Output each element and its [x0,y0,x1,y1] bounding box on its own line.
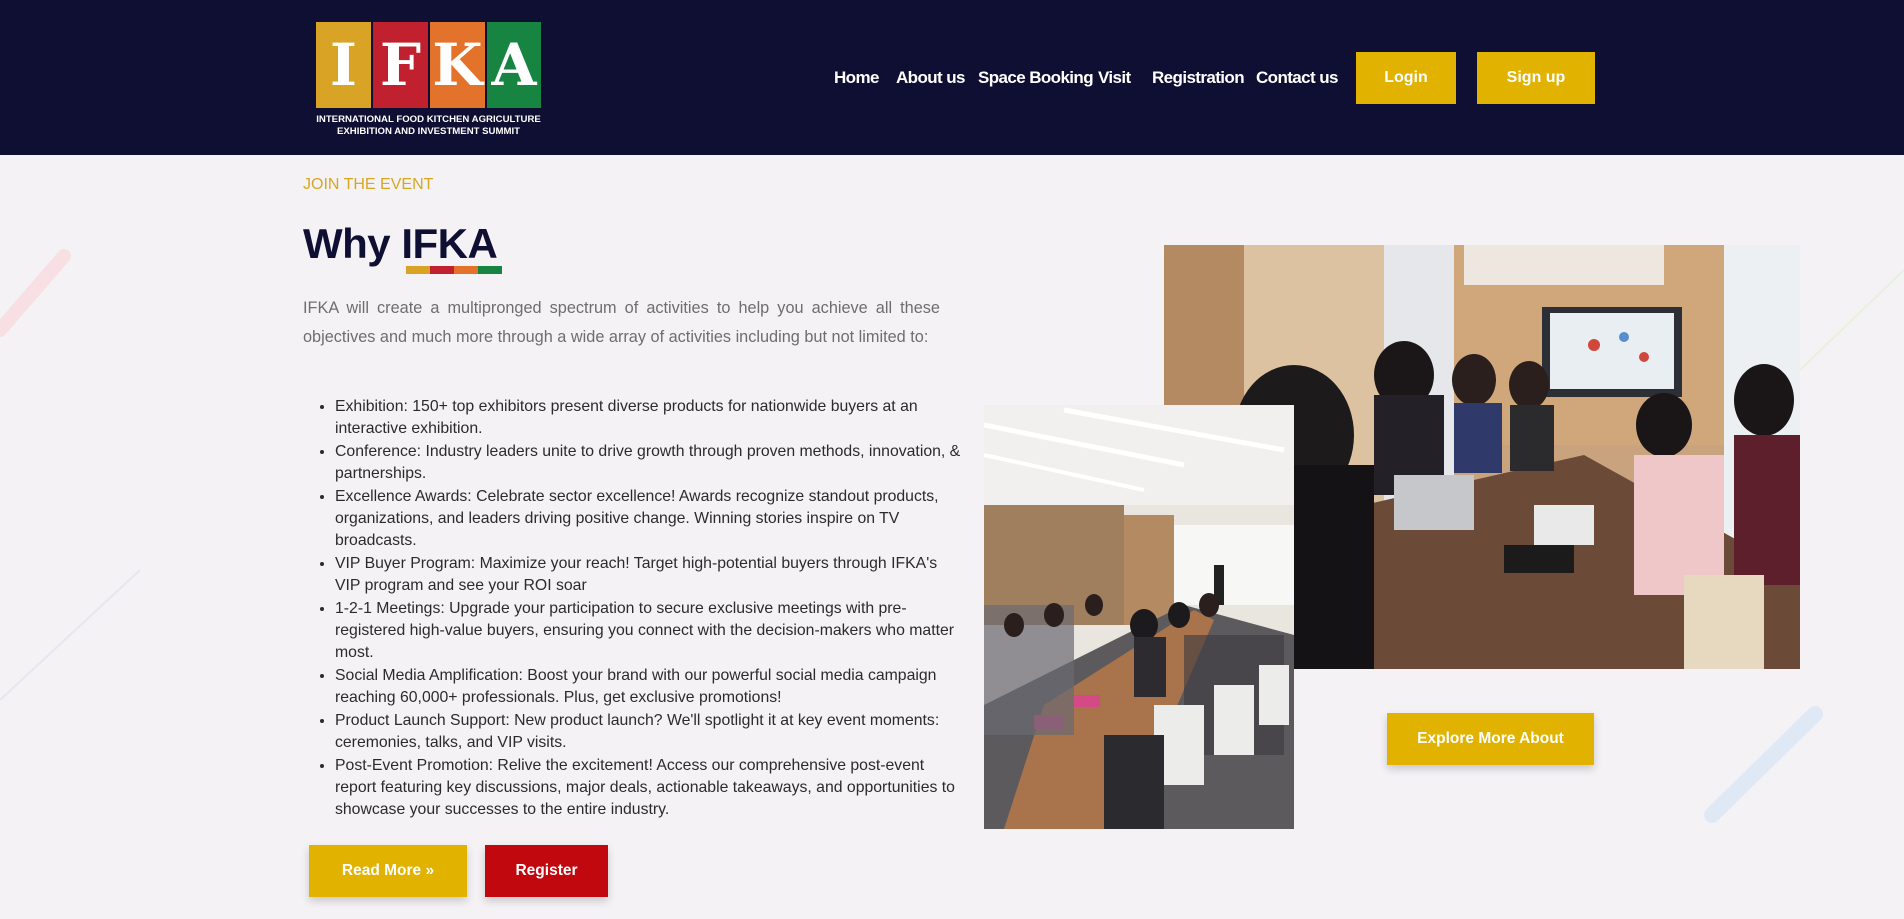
site-header: I F K A INTERNATIONAL FOOD KITCHEN AGRIC… [0,0,1904,155]
nav-contact-us[interactable]: Contact us [1256,68,1338,88]
signup-button[interactable]: Sign up [1477,52,1595,104]
section-eyebrow: JOIN THE EVENT [303,176,434,193]
list-item: 1-2-1 Meetings: Upgrade your participati… [335,598,972,665]
nav-home[interactable]: Home [834,68,879,88]
logo-subtitle-line2: EXHIBITION AND INVESTMENT SUMMIT [337,126,520,137]
logo-letter-a: A [487,22,541,108]
list-item: Product Launch Support: New product laun… [335,710,972,755]
logo-letter-f: F [373,22,428,108]
underline-red [430,266,454,274]
logo-letter-i: I [316,22,371,108]
nav-visit[interactable]: Visit [1098,68,1131,88]
title-underline [406,266,502,274]
activities-list: Exhibition: 150+ top exhibitors present … [303,396,972,822]
login-button[interactable]: Login [1356,52,1456,104]
explore-more-button[interactable]: Explore More About [1387,713,1594,765]
title-prefix: Why [303,220,402,267]
list-item: Conference: Industry leaders unite to dr… [335,441,972,486]
underline-green [478,266,502,274]
underline-orange [454,266,478,274]
logo-subtitle-line1: INTERNATIONAL FOOD KITCHEN AGRICULTURE [316,114,541,125]
underline-yellow [406,266,430,274]
decorative-streak-green [1800,269,1904,371]
list-item: Social Media Amplification: Boost your b… [335,665,972,710]
decorative-streak-blue [1704,706,1823,823]
conference-room-photo [984,405,1294,829]
logo-letter-k: K [430,22,485,108]
logo-tiles: I F K A [316,22,541,108]
section-title: Why IFKA [303,220,498,268]
logo-subtitle: INTERNATIONAL FOOD KITCHEN AGRICULTURE E… [316,114,541,138]
decorative-streak-lines [0,569,141,701]
decorative-streak-pink [0,249,71,337]
nav-about-us[interactable]: About us [896,68,965,88]
title-highlight: IFKA [401,220,498,267]
list-item: Exhibition: 150+ top exhibitors present … [335,396,972,441]
list-item: Post-Event Promotion: Relive the excitem… [335,755,972,822]
section-intro: IFKA will create a multipronged spectrum… [303,299,940,346]
nav-space-booking[interactable]: Space Booking [978,68,1094,88]
register-button[interactable]: Register [485,845,608,897]
nav-registration[interactable]: Registration [1152,68,1245,88]
list-item: VIP Buyer Program: Maximize your reach! … [335,553,972,598]
list-item: Excellence Awards: Celebrate sector exce… [335,486,972,553]
ifka-logo[interactable]: I F K A INTERNATIONAL FOOD KITCHEN AGRIC… [316,22,541,140]
read-more-button[interactable]: Read More » [309,845,467,897]
